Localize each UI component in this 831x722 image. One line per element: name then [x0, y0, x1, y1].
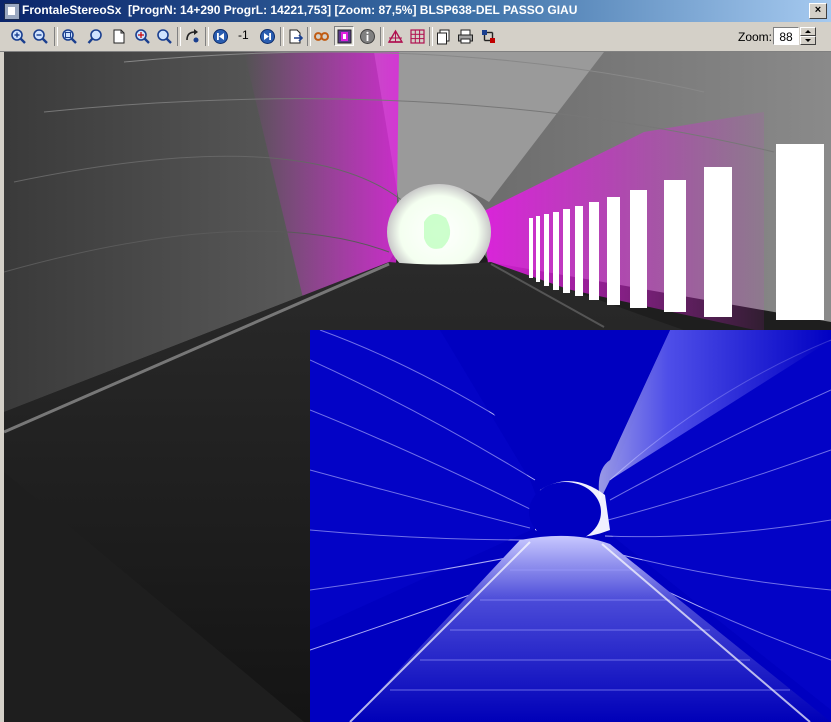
title-bar: FrontaleStereoSx [ProgrN: 14+290 ProgrL:…	[0, 0, 831, 22]
image-viewer-window: FrontaleStereoSx [ProgrN: 14+290 ProgrL:…	[0, 0, 831, 722]
zoom-increase-button[interactable]	[800, 27, 816, 36]
zoom-pan-icon[interactable]	[85, 26, 105, 46]
zoom-fit-icon[interactable]	[132, 26, 152, 46]
close-button[interactable]: ×	[809, 3, 827, 19]
zoom-area-icon[interactable]	[59, 26, 79, 46]
rotate-icon[interactable]	[182, 26, 202, 46]
next-frame-icon[interactable]	[257, 26, 277, 46]
tunnel-profile-icon[interactable]	[385, 26, 405, 46]
zoom-input[interactable]: 88	[773, 27, 799, 45]
copy-icon[interactable]	[433, 26, 453, 46]
info-icon[interactable]	[357, 26, 377, 46]
lidar-point-cloud	[310, 330, 831, 722]
print-icon[interactable]	[455, 26, 475, 46]
zoom-label: Zoom:	[738, 30, 773, 44]
stereo-icon[interactable]	[311, 26, 331, 46]
app-icon	[4, 3, 20, 20]
toolbar: -1 Zoom: 88	[0, 23, 831, 52]
window-title: FrontaleStereoSx [ProgrN: 14+290 ProgrL:…	[22, 3, 578, 17]
zoom-spinner	[800, 27, 816, 45]
page-icon[interactable]	[108, 26, 128, 46]
zoom-reset-icon[interactable]	[154, 26, 174, 46]
export-icon[interactable]	[285, 26, 305, 46]
zoom-in-icon[interactable]	[8, 26, 28, 46]
overlay-icon[interactable]	[334, 26, 354, 46]
grid-icon[interactable]	[407, 26, 427, 46]
previous-frame-icon[interactable]	[210, 26, 230, 46]
zoom-out-icon[interactable]	[30, 26, 50, 46]
settings-icon[interactable]	[478, 26, 498, 46]
zoom-decrease-button[interactable]	[800, 36, 816, 45]
image-viewport[interactable]	[4, 52, 831, 722]
step-value: -1	[238, 28, 249, 42]
